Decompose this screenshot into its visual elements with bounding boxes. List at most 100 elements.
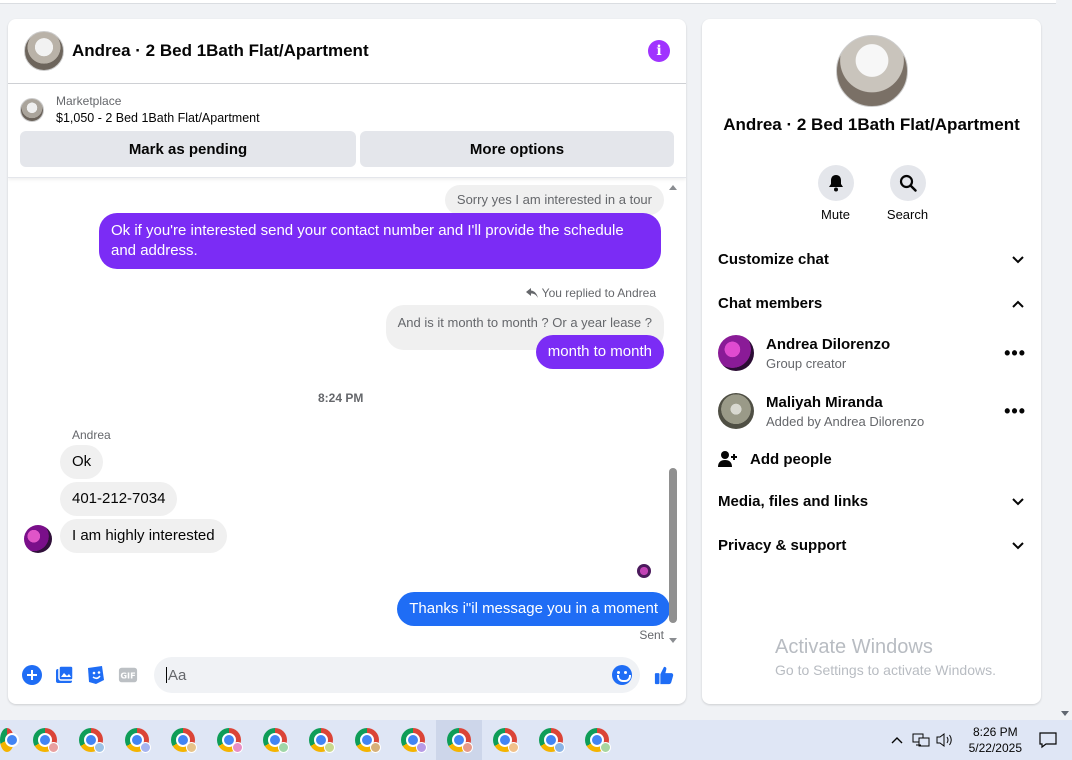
search-label: Search	[886, 207, 929, 222]
message-composer: GIF Aa	[8, 646, 686, 704]
volume-icon[interactable]	[935, 730, 955, 750]
message-outgoing[interactable]: Thanks i"il message you in a moment	[397, 592, 670, 626]
taskbar-app-chrome-active[interactable]	[436, 720, 482, 760]
member-avatar[interactable]	[718, 335, 754, 371]
taskbar-app-chrome[interactable]	[344, 720, 390, 760]
chevron-down-icon	[1010, 538, 1026, 554]
photo-icon[interactable]	[54, 665, 74, 685]
read-receipt-avatar	[637, 564, 651, 578]
search-icon[interactable]	[889, 165, 926, 201]
message-incoming[interactable]: I am highly interested	[60, 519, 227, 553]
message-incoming[interactable]: 401-212-7034	[60, 482, 178, 516]
system-tray: 8:26 PM 5/22/2025	[885, 720, 1072, 760]
scroll-thumb[interactable]	[669, 468, 677, 623]
message-input[interactable]: Aa	[154, 657, 640, 693]
profile-icon	[370, 742, 381, 753]
chat-title[interactable]: Andrea · 2 Bed 1Bath Flat/Apartment	[72, 41, 648, 61]
mute-button[interactable]: Mute	[817, 165, 854, 222]
message-input-placeholder: Aa	[168, 666, 187, 684]
mark-as-pending-button[interactable]: Mark as pending	[20, 131, 356, 167]
info-icon[interactable]: i	[648, 40, 670, 62]
taskbar-app-chrome[interactable]	[68, 720, 114, 760]
customize-chat-label: Customize chat	[718, 251, 829, 268]
network-icon[interactable]	[911, 730, 931, 750]
member-role: Added by Andrea Dilorenzo	[766, 413, 925, 429]
member-avatar[interactable]	[718, 393, 754, 429]
member-row[interactable]: Andrea Dilorenzo Group creator •••	[718, 335, 1026, 371]
chat-header: Andrea · 2 Bed 1Bath Flat/Apartment i	[8, 19, 686, 84]
svg-text:GIF: GIF	[120, 671, 135, 681]
add-people-label: Add people	[750, 450, 832, 468]
sender-name: Andrea	[72, 428, 111, 442]
taskbar-app-chrome[interactable]	[160, 720, 206, 760]
privacy-support-row[interactable]: Privacy & support	[718, 537, 1026, 554]
listing-summary[interactable]: Marketplace $1,050 - 2 Bed 1Bath Flat/Ap…	[20, 94, 674, 125]
taskbar-app-chrome[interactable]	[114, 720, 160, 760]
gif-icon[interactable]: GIF	[118, 665, 138, 685]
media-files-links-row[interactable]: Media, files and links	[718, 493, 1026, 510]
taskbar-app-chrome[interactable]	[252, 720, 298, 760]
profile-icon	[48, 742, 59, 753]
customize-chat-row[interactable]: Customize chat	[718, 251, 1026, 268]
chrome-icon	[0, 728, 19, 752]
details-avatar[interactable]	[836, 35, 908, 107]
add-people-row[interactable]: Add people	[718, 449, 1026, 469]
taskbar-app-chrome[interactable]	[22, 720, 68, 760]
taskbar-clock[interactable]: 8:26 PM 5/22/2025	[969, 724, 1022, 756]
profile-icon	[508, 742, 519, 753]
notifications-icon[interactable]	[1038, 730, 1058, 750]
chevron-up-icon	[1010, 296, 1026, 312]
mute-label: Mute	[821, 207, 850, 222]
reply-icon	[525, 288, 538, 298]
clock-time: 8:26 PM	[972, 725, 1018, 739]
profile-icon	[416, 742, 427, 753]
watermark-subtitle: Go to Settings to activate Windows.	[775, 662, 996, 678]
more-options-button[interactable]: More options	[360, 131, 674, 167]
details-title: Andrea · 2 Bed 1Bath Flat/Apartment	[723, 115, 1020, 134]
scroll-down-arrow-icon[interactable]	[1061, 711, 1069, 716]
profile-icon	[278, 742, 289, 753]
emoji-icon[interactable]	[612, 665, 632, 685]
chevron-down-icon	[1010, 252, 1026, 268]
taskbar-app-chrome[interactable]	[0, 720, 22, 760]
sender-avatar[interactable]	[24, 525, 52, 553]
message-incoming[interactable]: Sorry yes I am interested in a tour	[444, 185, 664, 215]
taskbar-app-chrome[interactable]	[482, 720, 528, 760]
listing-thumbnail	[20, 97, 44, 122]
message-list[interactable]: Sorry yes I am interested in a tour Ok i…	[8, 183, 670, 643]
sticker-icon[interactable]	[86, 665, 106, 685]
taskbar-app-chrome[interactable]	[298, 720, 344, 760]
chevron-down-icon	[1010, 494, 1026, 510]
taskbar-app-chrome[interactable]	[206, 720, 252, 760]
chat-members-row[interactable]: Chat members	[718, 295, 1026, 312]
scroll-down-arrow-icon[interactable]	[669, 638, 677, 643]
more-options-icon[interactable]: •••	[1004, 343, 1026, 364]
privacy-label: Privacy & support	[718, 537, 847, 554]
message-status: Sent	[639, 628, 664, 642]
more-options-icon[interactable]: •••	[1004, 401, 1026, 422]
bell-icon[interactable]	[817, 165, 854, 201]
chevron-up-icon[interactable]	[887, 730, 907, 750]
message-outgoing[interactable]: month to month	[535, 335, 664, 369]
media-label: Media, files and links	[718, 493, 869, 510]
page-scrollbar[interactable]	[1056, 0, 1072, 720]
chat-avatar[interactable]	[24, 31, 64, 71]
member-name: Maliyah Miranda	[766, 393, 883, 411]
profile-icon	[186, 742, 197, 753]
message-scrollbar[interactable]	[668, 183, 678, 643]
taskbar-app-chrome[interactable]	[390, 720, 436, 760]
profile-icon	[140, 742, 151, 753]
scroll-up-arrow-icon[interactable]	[669, 185, 677, 190]
message-outgoing[interactable]: Ok if you're interested send your contac…	[99, 213, 661, 269]
taskbar-app-chrome[interactable]	[528, 720, 574, 760]
message-incoming[interactable]: Ok	[60, 445, 104, 479]
member-row[interactable]: Maliyah Miranda Added by Andrea Dilorenz…	[718, 393, 1026, 429]
search-button[interactable]: Search	[886, 165, 929, 222]
chat-details-panel: Andrea · 2 Bed 1Bath Flat/Apartment Mute…	[702, 19, 1041, 704]
plus-icon[interactable]	[22, 665, 42, 685]
taskbar-app-chrome[interactable]	[574, 720, 620, 760]
activation-watermark: Activate Windows Go to Settings to activ…	[775, 636, 996, 678]
thumbs-up-icon[interactable]	[654, 665, 674, 685]
listing-label: Marketplace	[56, 94, 122, 108]
message-timestamp: 8:24 PM	[318, 391, 364, 405]
